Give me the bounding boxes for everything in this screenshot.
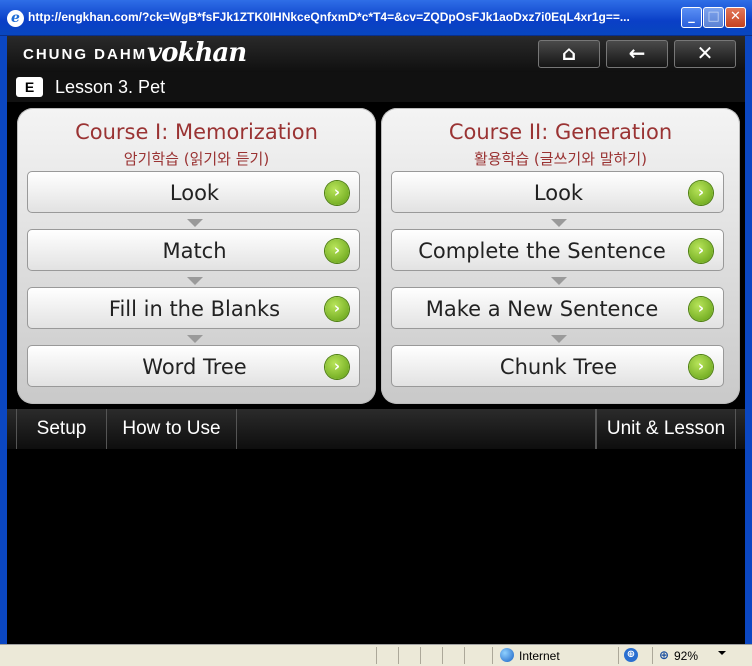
brand-name: CHUNG DAHM <box>23 46 148 63</box>
course-panel-memorization: Course I: Memorization 암기학습 (읽기와 듣기) Loo… <box>17 108 376 404</box>
globe-icon <box>500 648 514 662</box>
step-label: Word Tree <box>142 355 247 379</box>
step-label: Look <box>533 181 584 205</box>
go-arrow-icon: › <box>689 239 713 263</box>
lesson-bar: E Lesson 3. Pet <box>7 72 745 102</box>
window-close-button[interactable]: ✕ <box>725 7 746 28</box>
app-close-button[interactable]: ✕ <box>674 40 736 68</box>
zoom-icon[interactable]: ⊕ <box>659 648 672 662</box>
step-connector-arrow-icon <box>187 335 203 343</box>
zoom-dropdown-icon[interactable] <box>718 651 726 655</box>
go-arrow-icon: › <box>689 297 713 321</box>
window-title: http://engkhan.com/?ck=WgB*fsFJk1ZTK0IHN… <box>28 10 630 24</box>
step-chunk-tree[interactable]: Chunk Tree › <box>391 345 724 387</box>
go-arrow-icon: › <box>689 181 713 205</box>
step-connector-arrow-icon <box>187 219 203 227</box>
window-frame-right <box>745 36 752 644</box>
step-label: Chunk Tree <box>499 355 618 379</box>
maximize-button[interactable]: □ <box>703 7 724 28</box>
ie-icon: e <box>7 10 24 27</box>
course-title: Course II: Generation <box>448 120 673 144</box>
step-word-tree[interactable]: Word Tree › <box>27 345 360 387</box>
step-connector-arrow-icon <box>551 277 567 285</box>
step-connector-arrow-icon <box>551 335 567 343</box>
home-icon: ⌂ <box>561 41 577 65</box>
step-look-memorization[interactable]: Look › <box>27 171 360 213</box>
zoom-level[interactable]: 92% <box>674 649 698 663</box>
browser-status-bar: Internet ⊕ ⊕ 92% <box>0 644 752 666</box>
course-title: Course I: Memorization <box>75 120 318 144</box>
unit-lesson-button[interactable]: Unit & Lesson <box>596 409 736 449</box>
status-segment <box>464 647 492 664</box>
step-fill-in-the-blanks[interactable]: Fill in the Blanks › <box>27 287 360 329</box>
back-arrow-icon: ← <box>628 41 646 65</box>
go-arrow-icon: › <box>325 355 349 379</box>
minimize-button[interactable]: _ <box>681 7 702 28</box>
course-panel-generation: Course II: Generation 활용학습 (글쓰기와 말하기) Lo… <box>381 108 740 404</box>
step-connector-arrow-icon <box>187 277 203 285</box>
step-label: Look <box>169 181 220 205</box>
menu-spacer <box>237 409 596 449</box>
step-label: Make a New Sentence <box>425 297 659 321</box>
course-subtitle: 활용학습 (글쓰기와 말하기) <box>473 150 648 168</box>
step-complete-the-sentence[interactable]: Complete the Sentence › <box>391 229 724 271</box>
status-segment <box>420 647 442 664</box>
go-arrow-icon: › <box>325 239 349 263</box>
lesson-level-badge: E <box>16 77 43 97</box>
status-segment <box>398 647 420 664</box>
setup-button[interactable]: Setup <box>16 409 107 449</box>
app-header: CHUNG DAHM vokhan ⌂ ← ✕ <box>7 36 745 72</box>
go-arrow-icon: › <box>689 355 713 379</box>
status-segment <box>442 647 464 664</box>
how-to-use-button[interactable]: How to Use <box>107 409 237 449</box>
course-subtitle: 암기학습 (읽기와 듣기) <box>123 150 270 168</box>
lesson-title: Lesson 3. Pet <box>55 77 166 97</box>
bottom-menu: Setup How to Use Unit & Lesson <box>7 409 745 449</box>
home-button[interactable]: ⌂ <box>538 40 600 68</box>
window-title-bar: e http://engkhan.com/?ck=WgB*fsFJk1ZTK0I… <box>0 0 752 36</box>
close-icon: ✕ <box>696 41 714 65</box>
step-label: Complete the Sentence <box>418 239 666 263</box>
status-segment <box>376 647 398 664</box>
step-look-generation[interactable]: Look › <box>391 171 724 213</box>
vokhan-logo: vokhan <box>147 38 247 68</box>
security-zone-label: Internet <box>519 649 560 663</box>
protected-mode-icon[interactable]: ⊕ <box>624 648 638 662</box>
step-label: Fill in the Blanks <box>108 297 281 321</box>
step-connector-arrow-icon <box>551 219 567 227</box>
go-arrow-icon: › <box>325 297 349 321</box>
window-frame-left <box>0 36 7 644</box>
step-label: Match <box>162 239 227 263</box>
step-make-a-new-sentence[interactable]: Make a New Sentence › <box>391 287 724 329</box>
go-arrow-icon: › <box>325 181 349 205</box>
step-match[interactable]: Match › <box>27 229 360 271</box>
back-button[interactable]: ← <box>606 40 668 68</box>
